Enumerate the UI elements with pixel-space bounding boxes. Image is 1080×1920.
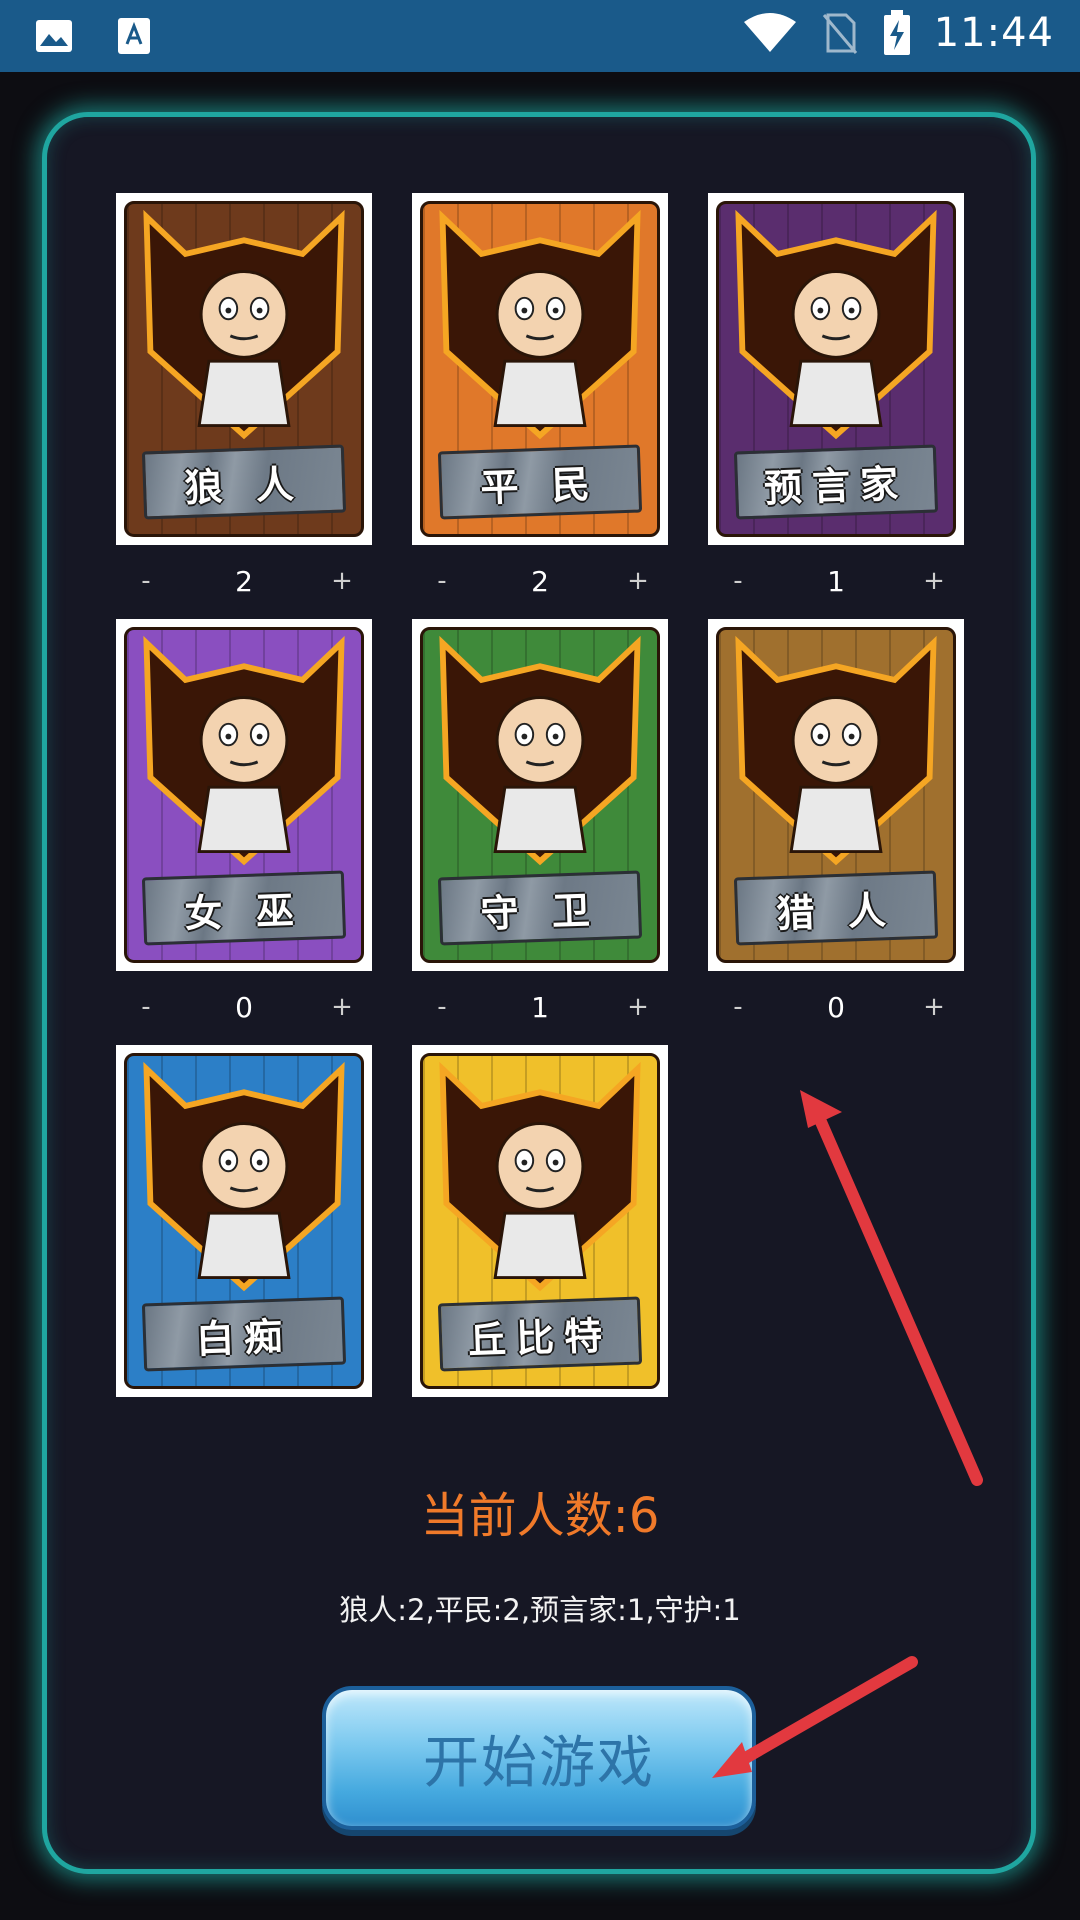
clock: 11:44 [933,10,1054,56]
role-card-art: 丘比特 [420,1053,660,1389]
text-a-icon [118,18,150,54]
role-count: 0 [827,990,845,1024]
role-name: 女 巫 [183,887,305,936]
role-name-plaque: 守 卫 [437,870,643,946]
role-count: 0 [235,990,253,1024]
battery-charging-icon [883,10,910,55]
role-card-slot: 女 巫 - 0 + [116,619,372,1024]
decrement-button[interactable]: - [412,992,472,1022]
increment-button[interactable]: + [904,566,964,596]
role-name: 丘比特 [467,1312,613,1362]
role-name: 平 民 [479,461,601,510]
role-card-slot: 丘比特 [412,1045,668,1397]
role-card[interactable]: 狼 人 [116,193,372,545]
role-count: 2 [531,564,549,598]
start-game-label: 开始游戏 [423,1730,655,1796]
role-count: 1 [531,990,549,1024]
increment-button[interactable]: + [608,992,668,1022]
increment-button[interactable]: + [312,566,372,596]
no-sim-icon [822,13,857,54]
image-icon [36,20,72,52]
role-card-slot: 狼 人 - 2 + [116,193,372,598]
role-name: 狼 人 [183,461,305,510]
role-card-slot: 猎 人 - 0 + [708,619,964,1024]
role-counter: - 0 + [708,987,964,1027]
role-card-art: 平 民 [420,201,660,537]
role-name-plaque: 白痴 [141,1296,347,1372]
role-card[interactable]: 白痴 [116,1045,372,1397]
role-card-art: 守 卫 [420,627,660,963]
role-card[interactable]: 女 巫 [116,619,372,971]
role-name-plaque: 平 民 [437,444,643,520]
role-counter: - 2 + [412,561,668,601]
role-counter: - 2 + [116,561,372,601]
role-card-art: 狼 人 [124,201,364,537]
decrement-button[interactable]: - [116,566,176,596]
role-name: 守 卫 [479,887,601,936]
decrement-button[interactable]: - [412,566,472,596]
role-card[interactable]: 平 民 [412,193,668,545]
role-name-plaque: 狼 人 [141,444,347,520]
role-card[interactable]: 猎 人 [708,619,964,971]
role-card-art: 猎 人 [716,627,956,963]
current-player-count: 当前人数:6 [420,1488,660,1544]
role-card-slot: 白痴 [116,1045,372,1397]
role-card-art: 女 巫 [124,627,364,963]
role-name-plaque: 预言家 [733,444,939,520]
role-counter: - 1 + [708,561,964,601]
decrement-button[interactable]: - [116,992,176,1022]
start-game-button[interactable]: 开始游戏 [322,1686,756,1830]
role-name: 猎 人 [775,887,897,936]
role-name-plaque: 女 巫 [141,870,347,946]
decrement-button[interactable]: - [708,992,768,1022]
increment-button[interactable]: + [904,992,964,1022]
role-name: 白痴 [195,1313,293,1362]
role-name: 预言家 [763,460,909,510]
role-card-slot: 平 民 - 2 + [412,193,668,598]
role-name-plaque: 丘比特 [437,1296,643,1372]
increment-button[interactable]: + [608,566,668,596]
role-card-art: 预言家 [716,201,956,537]
status-bar: 11:44 [0,0,1080,72]
role-name-plaque: 猎 人 [733,870,939,946]
role-card[interactable]: 守 卫 [412,619,668,971]
role-card[interactable]: 丘比特 [412,1045,668,1397]
role-card-slot: 预言家 - 1 + [708,193,964,598]
decrement-button[interactable]: - [708,566,768,596]
role-count: 1 [827,564,845,598]
role-count: 2 [235,564,253,598]
increment-button[interactable]: + [312,992,372,1022]
role-card[interactable]: 预言家 [708,193,964,545]
role-counter: - 1 + [412,987,668,1027]
wifi-icon [743,13,796,52]
role-card-slot: 守 卫 - 1 + [412,619,668,1024]
role-counter: - 0 + [116,987,372,1027]
role-card-art: 白痴 [124,1053,364,1389]
role-summary: 狼人:2,平民:2,预言家:1,守护:1 [339,1593,741,1627]
